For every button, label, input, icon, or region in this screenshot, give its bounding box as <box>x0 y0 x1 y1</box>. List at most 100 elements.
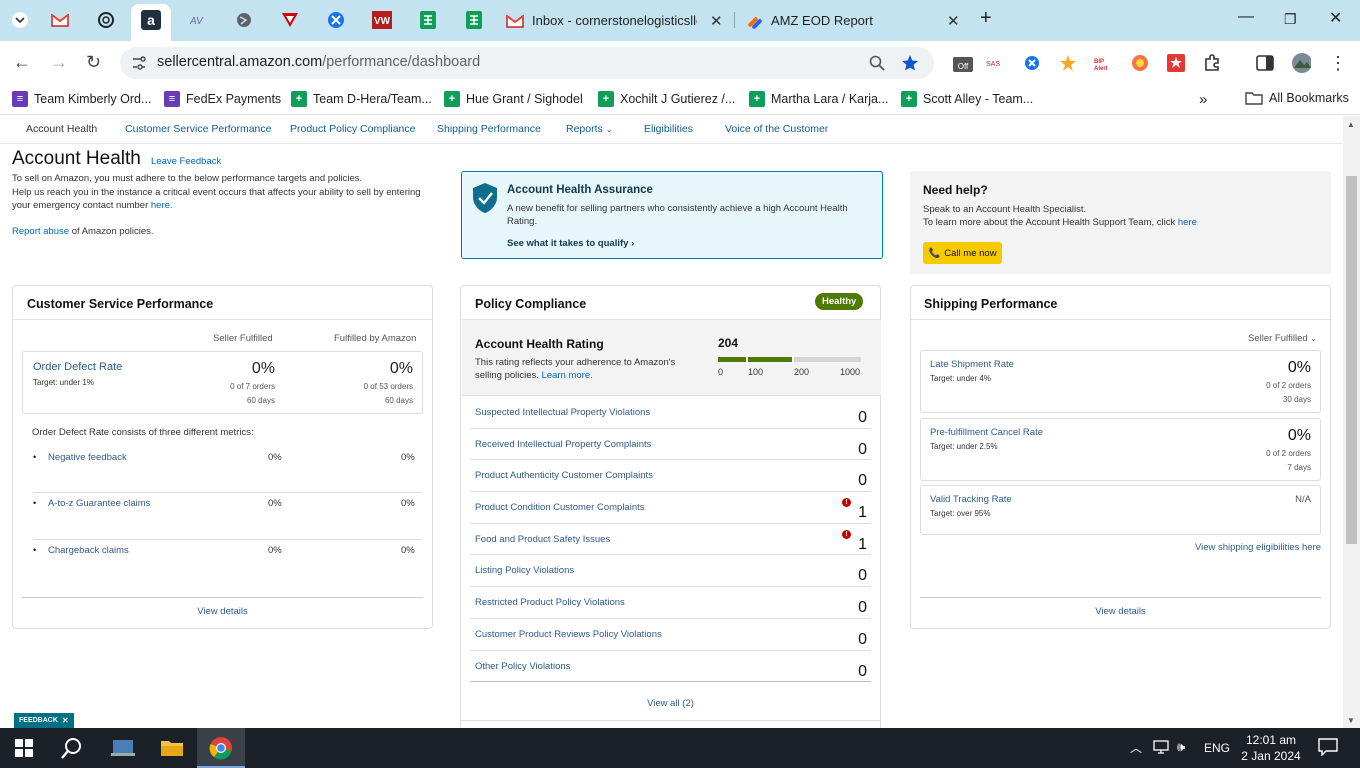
extension-icon-6[interactable] <box>1130 53 1150 73</box>
emergency-contact-link[interactable]: here. <box>151 200 173 211</box>
chatgpt-tab-icon[interactable] <box>95 9 117 31</box>
sheets-tab-icon-2[interactable] <box>463 9 485 31</box>
learn-more-link[interactable]: Learn more. <box>542 370 593 381</box>
csp-view-details-link[interactable]: View details <box>13 606 432 617</box>
policy-row-label[interactable]: Received Intellectual Property Complaint… <box>475 439 651 450</box>
bookmarks-overflow-icon[interactable]: » <box>1199 91 1207 108</box>
minimize-icon[interactable]: — <box>1238 8 1254 26</box>
page-scrollbar[interactable]: ▲ ▼ <box>1343 116 1360 728</box>
reload-icon[interactable]: ↻ <box>86 52 101 73</box>
policy-row[interactable]: Suspected Intellectual Property Violatio… <box>470 397 871 429</box>
bookmark-item[interactable]: ≡ Team Kimberly Ord... <box>12 91 151 107</box>
language-indicator[interactable]: ENG <box>1204 741 1230 755</box>
cancel-rate-link[interactable]: Pre-fulfillment Cancel Rate <box>930 427 1043 438</box>
bookmark-star-icon[interactable] <box>901 54 919 72</box>
scrollbar-thumb[interactable] <box>1346 176 1357 544</box>
file-explorer-icon[interactable] <box>159 736 185 760</box>
subnav-voice-of-customer[interactable]: Voice of the Customer <box>725 123 828 135</box>
extension-alert-icon[interactable]: BIP Alert <box>1094 53 1114 73</box>
view-all-link[interactable]: View all (2) <box>461 698 880 709</box>
tray-chevron-icon[interactable]: ︿ <box>1130 739 1142 756</box>
app-icon[interactable] <box>110 736 136 760</box>
policy-row[interactable]: Received Intellectual Property Complaint… <box>470 429 871 461</box>
scroll-down-icon[interactable]: ▼ <box>1347 716 1355 725</box>
policy-row[interactable]: Product Authenticity Customer Complaints… <box>470 460 871 493</box>
order-defect-rate-link[interactable]: Order Defect Rate <box>33 361 122 373</box>
site-info-icon[interactable] <box>131 55 147 71</box>
support-team-link[interactable]: here <box>1178 217 1197 228</box>
negative-feedback-link[interactable]: Negative feedback <box>48 452 127 463</box>
close-window-icon[interactable]: ✕ <box>1329 8 1342 28</box>
extension-icon-7[interactable] <box>1166 53 1186 73</box>
close-tab-icon[interactable]: ✕ <box>710 12 723 30</box>
tab-icon-4[interactable]: AV <box>187 9 209 31</box>
policy-row-label[interactable]: Product Authenticity Customer Complaints <box>475 470 653 481</box>
menu-kebab-icon[interactable]: ⋮ <box>1328 53 1348 73</box>
subnav-account-health[interactable]: Account Health <box>26 123 97 135</box>
inbox-tab[interactable]: Inbox - cornerstonelogisticsllc2 ✕ <box>506 0 726 41</box>
bookmark-item[interactable]: + Martha Lara / Karja... <box>749 91 888 107</box>
profile-avatar-icon[interactable] <box>1291 53 1311 73</box>
back-icon[interactable]: ← <box>13 52 31 73</box>
tab-icon-7[interactable] <box>325 9 347 31</box>
eod-report-tab[interactable]: AMZ EOD Report ✕ <box>745 0 965 41</box>
a-to-z-claims-link[interactable]: A-to-z Guarantee claims <box>48 498 150 509</box>
search-icon[interactable] <box>59 736 85 760</box>
tab-search-icon[interactable] <box>9 9 31 31</box>
notifications-icon[interactable] <box>1318 738 1338 759</box>
chrome-icon[interactable] <box>208 736 234 760</box>
chargeback-claims-link[interactable]: Chargeback claims <box>48 545 129 556</box>
policy-row[interactable]: Customer Product Reviews Policy Violatio… <box>470 619 871 651</box>
subnav-eligibilities[interactable]: Eligibilities <box>644 123 693 135</box>
leave-feedback-link[interactable]: Leave Feedback <box>151 156 221 167</box>
subnav-shipping[interactable]: Shipping Performance <box>437 123 541 135</box>
subnav-customer-service[interactable]: Customer Service Performance <box>125 123 271 135</box>
policy-row-label[interactable]: Customer Product Reviews Policy Violatio… <box>475 629 662 640</box>
extensions-puzzle-icon[interactable] <box>1202 53 1222 73</box>
network-icon[interactable] <box>1153 739 1171 758</box>
bookmark-item[interactable]: + Xochilt J Gutierez /... <box>598 91 735 107</box>
late-shipment-link[interactable]: Late Shipment Rate <box>930 359 1014 370</box>
bookmark-item[interactable]: + Hue Grant / Sighodel <box>444 91 583 107</box>
bookmark-item[interactable]: + Team D-Hera/Team... <box>291 91 432 107</box>
policy-row[interactable]: Food and Product Safety Issues ! 1 <box>470 524 871 556</box>
call-me-now-button[interactable]: 📞 Call me now <box>923 242 1002 264</box>
subnav-reports[interactable]: Reports ⌄ <box>566 123 612 135</box>
close-icon[interactable]: ✕ <box>62 716 69 725</box>
shipping-view-details-link[interactable]: View details <box>911 606 1330 617</box>
policy-row-label[interactable]: Food and Product Safety Issues <box>475 534 610 545</box>
forward-icon[interactable]: → <box>50 52 68 73</box>
extension-icon-4[interactable] <box>1058 53 1078 73</box>
policy-row-label[interactable]: Restricted Product Policy Violations <box>475 597 625 608</box>
tab-icon-6[interactable] <box>279 9 301 31</box>
feedback-tab[interactable]: FEEDBACK ✕ <box>14 713 74 728</box>
subnav-product-policy[interactable]: Product Policy Compliance <box>290 123 415 135</box>
vw-tab-icon[interactable]: VW <box>371 9 393 31</box>
windows-start-icon[interactable] <box>11 736 37 760</box>
fulfillment-filter-dropdown[interactable]: Seller Fulfilled ⌄ <box>1248 333 1317 344</box>
bookmark-item[interactable]: + Scott Alley - Team... <box>901 91 1033 107</box>
globe-tab-icon[interactable] <box>233 9 255 31</box>
shipping-eligibilities-link[interactable]: View shipping eligibilities here <box>1195 542 1321 553</box>
bookmark-item[interactable]: ≡ FedEx Payments <box>164 91 281 107</box>
policy-row-label[interactable]: Product Condition Customer Complaints <box>475 502 645 513</box>
policy-row-label[interactable]: Other Policy Violations <box>475 661 570 672</box>
valid-tracking-link[interactable]: Valid Tracking Rate <box>930 494 1012 505</box>
report-abuse-link[interactable]: Report abuse <box>12 226 69 237</box>
side-panel-icon[interactable] <box>1255 53 1275 73</box>
scroll-up-icon[interactable]: ▲ <box>1347 120 1355 129</box>
extension-icon-2[interactable]: SAS <box>986 53 1006 73</box>
policy-row-label[interactable]: Listing Policy Violations <box>475 565 574 576</box>
sheets-tab-icon-1[interactable] <box>417 9 439 31</box>
volume-icon[interactable]: 🕪 <box>1177 739 1185 755</box>
gmail-tab-icon[interactable] <box>49 9 71 31</box>
extension-icon-3[interactable] <box>1022 53 1042 73</box>
restore-icon[interactable]: ❐ <box>1284 11 1297 28</box>
policy-row[interactable]: Product Condition Customer Complaints ! … <box>470 492 871 524</box>
policy-row[interactable]: Other Policy Violations 0 <box>470 651 871 683</box>
policy-row-label[interactable]: Suspected Intellectual Property Violatio… <box>475 407 650 418</box>
qualify-link[interactable]: See what it takes to qualify › <box>507 238 634 249</box>
clock[interactable]: 12:01 am 2 Jan 2024 <box>1240 732 1302 764</box>
amazon-tab-icon[interactable]: a <box>140 9 162 31</box>
extension-off-icon[interactable]: Off <box>953 53 973 73</box>
